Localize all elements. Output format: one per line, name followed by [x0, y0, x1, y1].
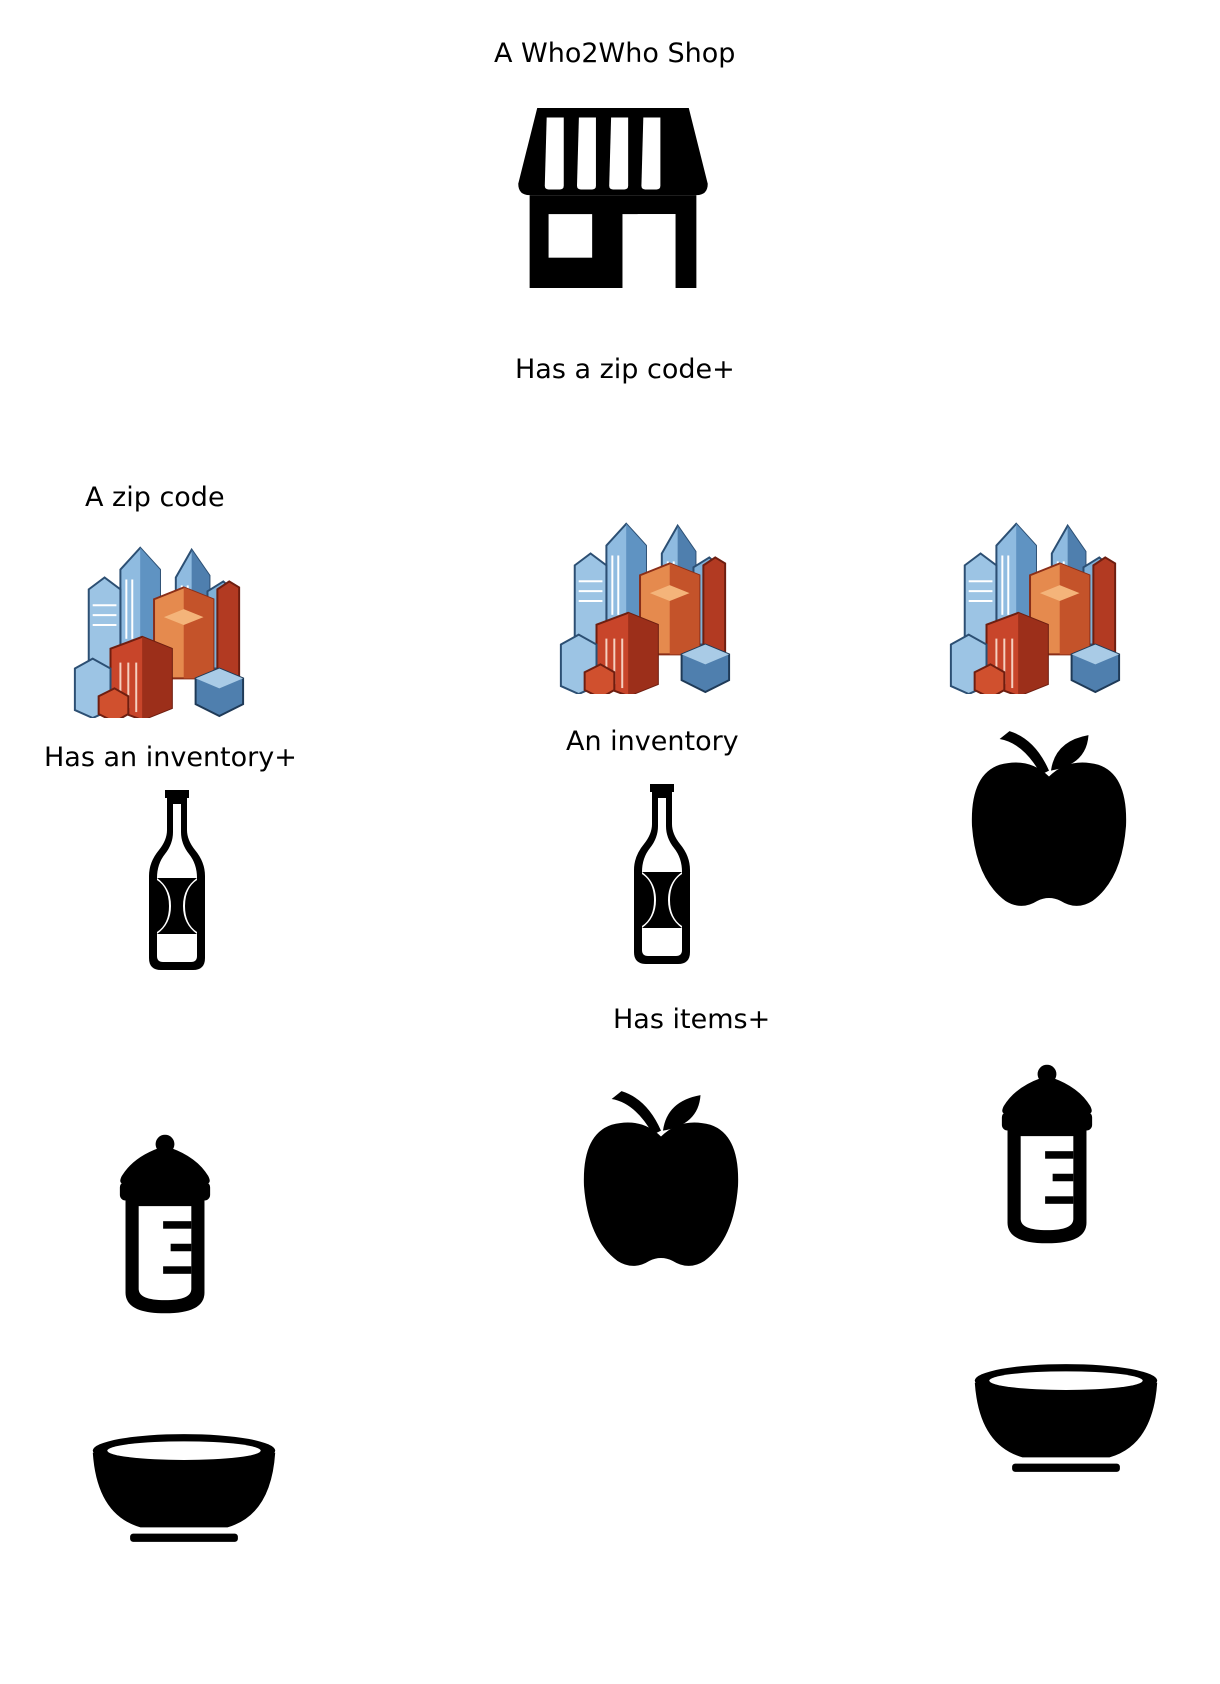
- baby-bottle-icon: [1000, 1060, 1094, 1248]
- city-buildings-icon: [552, 506, 736, 694]
- has-inventory-label: Has an inventory+: [44, 742, 297, 773]
- city-buildings-icon: [66, 530, 250, 718]
- zip-code-label: A zip code: [85, 482, 225, 513]
- bottle-icon: [632, 780, 692, 968]
- storefront-icon: [516, 108, 710, 288]
- has-zip-code-label: Has a zip code+: [515, 354, 735, 385]
- inventory-label: An inventory: [566, 726, 739, 757]
- apple-icon: [970, 728, 1128, 912]
- shop-title: A Who2Who Shop: [494, 38, 736, 69]
- bowl-icon: [88, 1432, 280, 1546]
- bottle-icon: [147, 786, 207, 974]
- city-buildings-icon: [942, 506, 1126, 694]
- apple-icon: [582, 1088, 740, 1272]
- bowl-icon: [970, 1362, 1162, 1476]
- has-items-label: Has items+: [613, 1004, 771, 1035]
- baby-bottle-icon: [118, 1130, 212, 1318]
